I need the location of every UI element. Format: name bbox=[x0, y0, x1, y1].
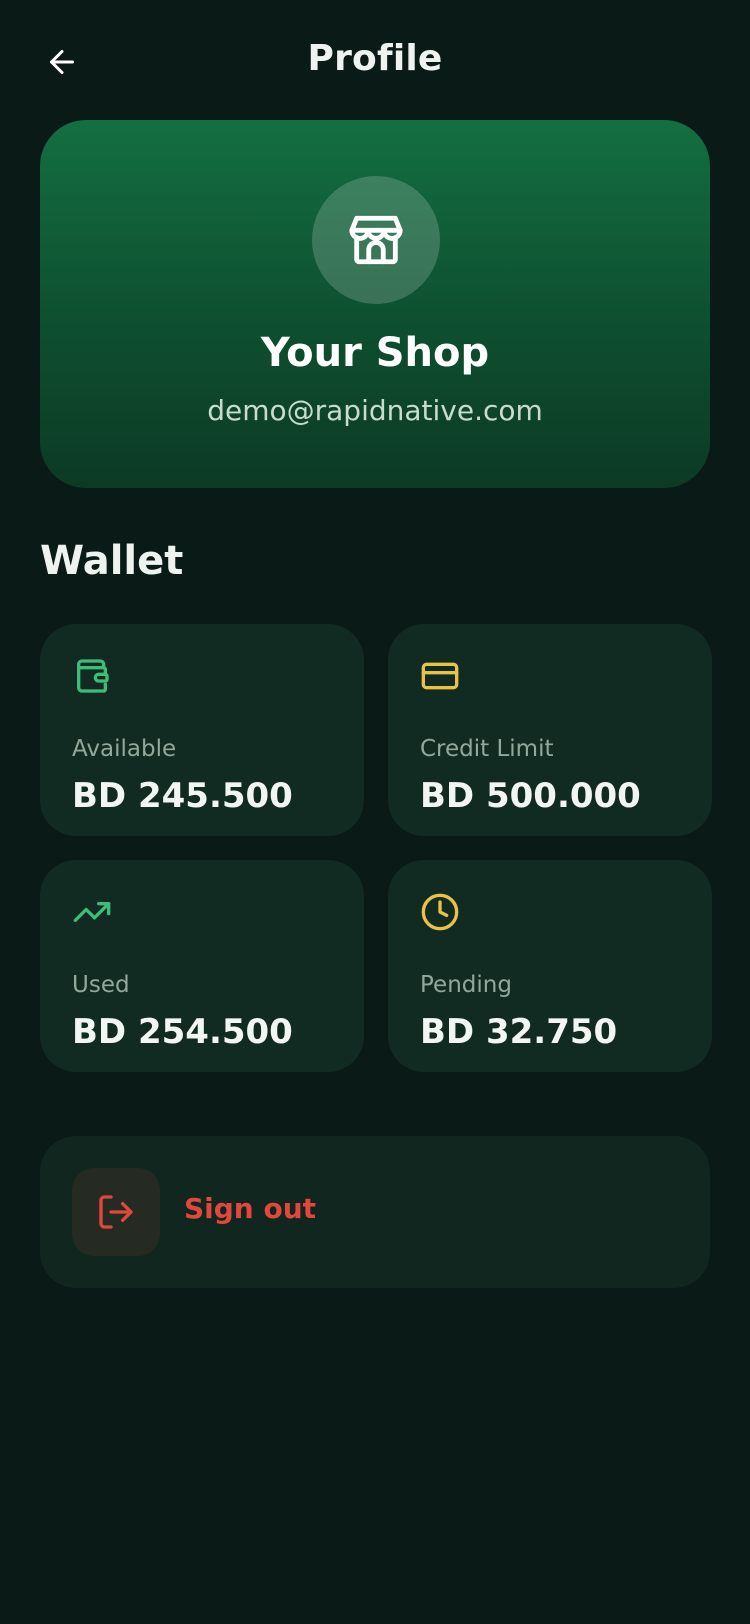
used-label: Used bbox=[72, 972, 130, 998]
avatar bbox=[312, 176, 440, 304]
log-out-icon bbox=[99, 1195, 133, 1229]
profile-screen: Profile Your Shop demo@rapidnative.com W… bbox=[0, 0, 750, 1624]
wallet-section-title: Wallet bbox=[40, 538, 184, 584]
wallet-card-used: Used BD 254.500 bbox=[40, 860, 364, 1072]
shop-name: Your Shop bbox=[260, 330, 490, 376]
shop-email: demo@rapidnative.com bbox=[207, 394, 543, 427]
credit-limit-label: Credit Limit bbox=[420, 736, 554, 762]
sign-out-icon-container bbox=[72, 1168, 160, 1256]
wallet-card-pending: Pending BD 32.750 bbox=[388, 860, 712, 1072]
clock-icon bbox=[421, 893, 459, 931]
available-label: Available bbox=[72, 736, 177, 762]
sign-out-button[interactable]: Sign out bbox=[40, 1136, 710, 1288]
credit-card-icon bbox=[421, 662, 459, 690]
profile-card: Your Shop demo@rapidnative.com bbox=[40, 120, 710, 488]
credit-limit-value: BD 500.000 bbox=[420, 776, 641, 816]
wallet-icon bbox=[77, 659, 109, 693]
trending-up-icon bbox=[73, 902, 111, 922]
pending-value: BD 32.750 bbox=[420, 1012, 618, 1052]
page-title: Profile bbox=[307, 38, 443, 79]
sign-out-label: Sign out bbox=[184, 1192, 317, 1225]
pending-label: Pending bbox=[420, 972, 512, 998]
store-icon bbox=[349, 215, 403, 265]
wallet-card-available: Available BD 245.500 bbox=[40, 624, 364, 836]
wallet-card-credit-limit: Credit Limit BD 500.000 bbox=[388, 624, 712, 836]
available-value: BD 245.500 bbox=[72, 776, 293, 816]
used-value: BD 254.500 bbox=[72, 1012, 293, 1052]
header: Profile bbox=[0, 0, 750, 122]
